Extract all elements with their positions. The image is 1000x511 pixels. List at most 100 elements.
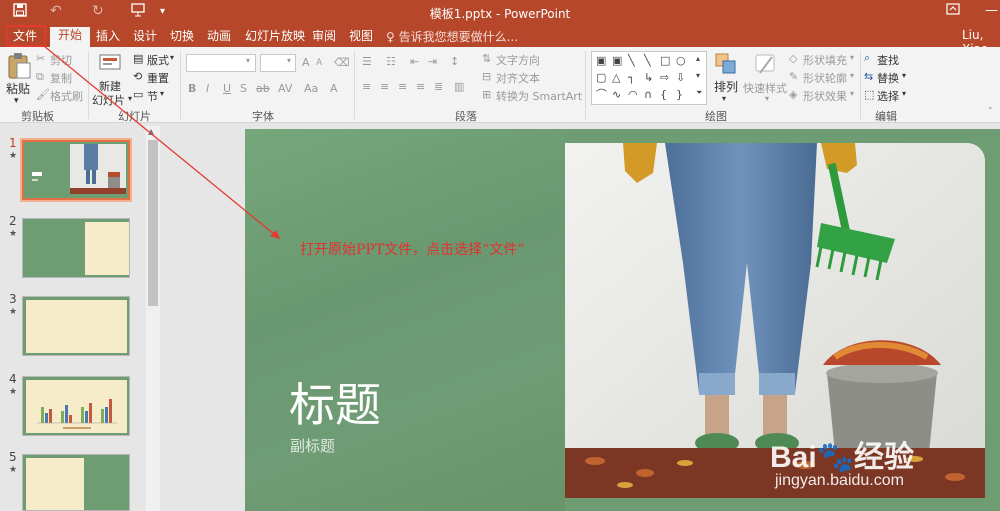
triangle-shape-icon[interactable]: △ — [612, 72, 620, 83]
layout-button[interactable]: 版式 — [147, 52, 169, 68]
slide-thumbnail-4[interactable] — [22, 376, 130, 436]
layout-dropdown-icon[interactable]: ▾ — [170, 53, 174, 62]
gallery-up-icon[interactable]: ▴ — [696, 55, 700, 63]
tab-view[interactable]: 视图 — [349, 28, 373, 47]
collapse-ribbon-icon[interactable]: ˄ — [988, 107, 993, 117]
rounded-rect-shape-icon[interactable]: ▢ — [596, 72, 606, 83]
paste-dropdown-icon[interactable]: ▾ — [14, 96, 19, 106]
slide-thumbnail-2[interactable] — [22, 218, 130, 278]
align-left-icon[interactable]: ≡ — [362, 80, 371, 93]
right-arrow-shape-icon[interactable]: ⇨ — [660, 72, 669, 83]
wave-shape-icon[interactable]: ∩ — [644, 89, 652, 100]
grow-font-icon[interactable]: A — [302, 56, 310, 69]
line-shape-icon-2[interactable]: ╲ — [644, 55, 651, 66]
replace-dropdown-icon[interactable]: ▾ — [902, 71, 906, 80]
brace-shape-icon[interactable]: { — [660, 89, 667, 100]
shape-fill-button[interactable]: 形状填充 — [803, 52, 847, 68]
increase-indent-icon[interactable]: ⇥ — [428, 55, 437, 68]
rectangle-shape-icon[interactable]: □ — [660, 55, 670, 66]
arrange-button[interactable]: 排列 — [714, 78, 738, 95]
copy-button[interactable]: 复制 — [50, 70, 72, 86]
scrollbar-thumb[interactable] — [148, 140, 158, 306]
tab-review[interactable]: 审阅 — [312, 28, 336, 47]
tab-transitions[interactable]: 切换 — [170, 28, 194, 47]
shapes-gallery[interactable]: ▣ ▣ ╲ ╲ □ ○ ▢ △ ┐ ↳ ⇨ ⇩ ⌒ ∿ ◠ ∩ { } ▴ ▾ … — [591, 51, 707, 105]
slide-thumbnail-1[interactable] — [20, 138, 132, 202]
strikethrough-button[interactable]: ab — [256, 82, 270, 95]
find-button[interactable]: 查找 — [877, 52, 899, 68]
font-name-dropdown-icon[interactable]: ▾ — [246, 56, 250, 65]
tab-insert[interactable]: 插入 — [96, 28, 120, 47]
shape-effects-dropdown-icon[interactable]: ▾ — [850, 89, 854, 98]
tab-animations[interactable]: 动画 — [207, 28, 231, 47]
shape-fill-dropdown-icon[interactable]: ▾ — [850, 53, 854, 62]
vertical-textbox-shape-icon[interactable]: ▣ — [612, 55, 622, 66]
cut-button[interactable]: 剪切 — [50, 52, 72, 68]
shape-outline-button[interactable]: 形状轮廓 — [803, 70, 847, 86]
shrink-font-icon[interactable]: A — [316, 58, 322, 68]
elbow-arrow-icon[interactable]: ↳ — [644, 72, 653, 83]
columns-icon[interactable]: ▥ — [454, 80, 464, 93]
arc-shape-icon[interactable]: ◠ — [628, 89, 638, 100]
paste-button[interactable]: 粘贴 — [6, 80, 30, 97]
line-shape-icon[interactable]: ╲ — [628, 55, 635, 66]
bullets-icon[interactable]: ☰ — [362, 55, 372, 68]
slide-thumbnail-3[interactable] — [22, 296, 130, 356]
curve-shape-icon[interactable]: ∿ — [612, 89, 621, 100]
italic-button[interactable]: I — [206, 82, 209, 95]
quick-styles-dropdown-icon[interactable]: ▾ — [765, 94, 769, 103]
section-dropdown-icon[interactable]: ▾ — [160, 89, 164, 98]
arrange-dropdown-icon[interactable]: ▾ — [722, 94, 726, 103]
gallery-down-icon[interactable]: ▾ — [696, 72, 700, 80]
quick-styles-icon[interactable] — [754, 51, 778, 80]
change-case-button[interactable]: Aa — [304, 82, 318, 95]
shape-effects-button[interactable]: 形状效果 — [803, 88, 847, 104]
slide-subtitle[interactable]: 副标题 — [290, 435, 335, 456]
gallery-more-icon[interactable]: ⏷ — [696, 89, 702, 97]
underline-button[interactable]: U — [223, 82, 231, 95]
reset-button[interactable]: 重置 — [147, 70, 169, 86]
align-right-icon[interactable]: ≡ — [398, 80, 407, 93]
brace-right-shape-icon[interactable]: } — [676, 89, 683, 100]
align-center-icon[interactable]: ≡ — [380, 80, 389, 93]
select-dropdown-icon[interactable]: ▾ — [902, 89, 906, 98]
textbox-shape-icon[interactable]: ▣ — [596, 55, 606, 66]
format-painter-button[interactable]: 格式刷 — [50, 88, 83, 104]
select-button[interactable]: 选择 — [877, 88, 899, 104]
elbow-connector-icon[interactable]: ┐ — [628, 72, 635, 83]
paste-icon[interactable] — [6, 52, 32, 83]
align-text-button[interactable]: 对齐文本 — [496, 70, 540, 86]
distribute-icon[interactable]: ≣ — [434, 80, 443, 93]
new-slide-dropdown-icon[interactable]: ▾ — [128, 94, 132, 103]
clear-format-icon[interactable]: ⌫ — [334, 56, 350, 69]
text-direction-button[interactable]: 文字方向 — [496, 52, 540, 68]
freeform-shape-icon[interactable]: ⌒ — [596, 89, 607, 100]
ellipse-shape-icon[interactable]: ○ — [676, 55, 686, 66]
replace-button[interactable]: 替换 — [877, 70, 899, 86]
shape-outline-dropdown-icon[interactable]: ▾ — [850, 71, 854, 80]
section-button[interactable]: 节 — [147, 88, 158, 104]
new-slide-icon[interactable] — [98, 51, 122, 80]
arrange-icon[interactable] — [714, 52, 738, 79]
bold-button[interactable]: B — [188, 82, 196, 95]
numbering-icon[interactable]: ☷ — [386, 55, 396, 68]
justify-icon[interactable]: ≡ — [416, 80, 425, 93]
line-spacing-icon[interactable]: ↕ — [450, 55, 459, 68]
minimize-icon[interactable]: — — [985, 3, 998, 18]
tab-home[interactable]: 开始 — [50, 27, 91, 47]
char-spacing-button[interactable]: AV — [278, 82, 292, 95]
down-arrow-shape-icon[interactable]: ⇩ — [676, 72, 685, 83]
shadow-button[interactable]: S — [240, 82, 247, 95]
ribbon-display-icon[interactable] — [946, 3, 960, 19]
font-color-button[interactable]: A — [330, 82, 338, 95]
tab-design[interactable]: 设计 — [133, 28, 157, 47]
decrease-indent-icon[interactable]: ⇤ — [410, 55, 419, 68]
scroll-up-icon[interactable]: ▲ — [148, 127, 154, 136]
slide-title[interactable]: 标题 — [289, 369, 381, 435]
new-slide-label-2[interactable]: 幻灯片 — [92, 92, 125, 108]
convert-smartart-button[interactable]: 转换为 SmartArt — [496, 88, 582, 104]
tab-slideshow[interactable]: 幻灯片放映 — [245, 28, 305, 47]
slide-thumbnail-5[interactable] — [22, 454, 130, 511]
font-size-dropdown-icon[interactable]: ▾ — [287, 56, 291, 65]
tell-me-box[interactable]: ♀ 告诉我您想要做什么... — [386, 28, 518, 45]
